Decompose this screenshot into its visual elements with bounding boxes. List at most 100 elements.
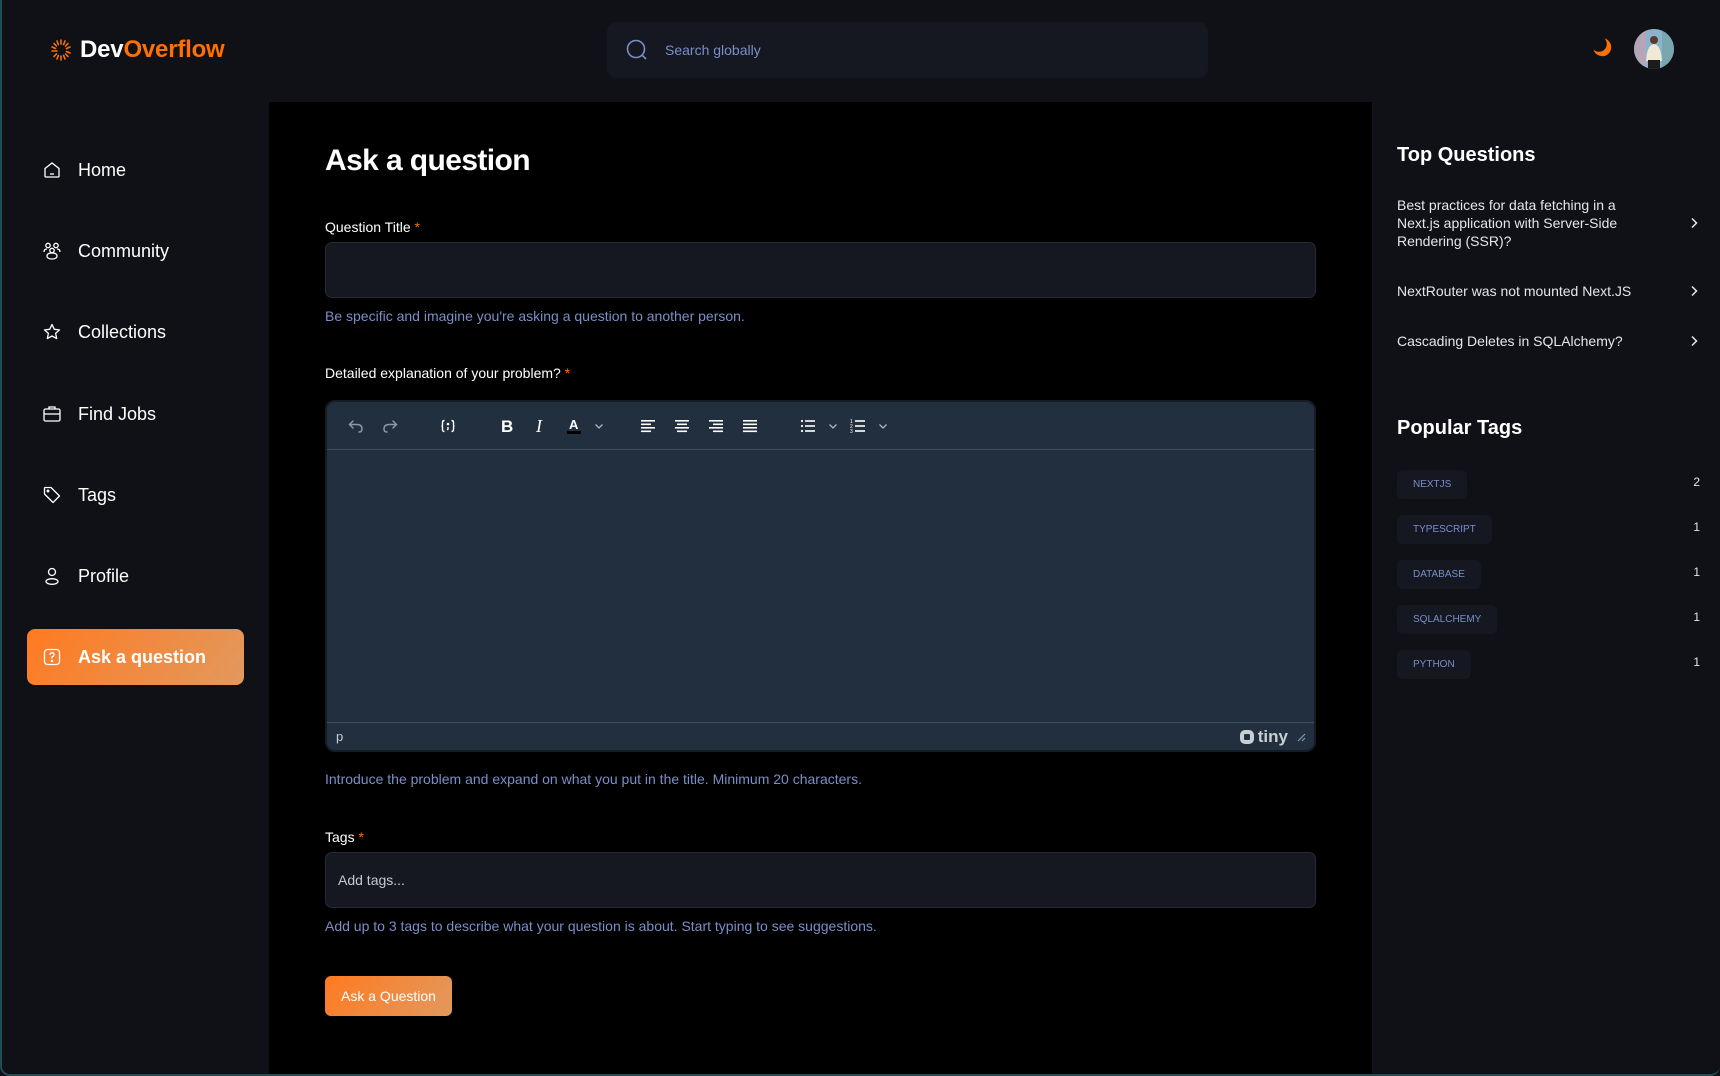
moon-icon[interactable]: [1590, 35, 1614, 59]
logo-icon: [51, 39, 71, 61]
chevron-right-icon: [1691, 335, 1698, 347]
popular-tag-row: NEXTJS 2: [1397, 470, 1702, 500]
tag-count: 2: [1693, 475, 1700, 489]
chevron-right-icon: [1691, 217, 1698, 229]
tiny-logo-icon: [1239, 729, 1254, 744]
align-justify-icon: [743, 419, 757, 432]
align-left-button[interactable]: [631, 409, 665, 443]
italic-button[interactable]: I: [523, 409, 557, 443]
align-left-icon: [641, 419, 655, 432]
top-questions-title: Top Questions: [1397, 144, 1536, 166]
editor-toolbar: B I A 1 2 3: [327, 402, 1314, 450]
top-question-item[interactable]: Cascading Deletes in SQLAlchemy?: [1397, 332, 1702, 350]
left-sidebar: Home Community Collections Find Jobs Tag…: [2, 102, 269, 1074]
sidebar-item-tags[interactable]: Tags: [27, 467, 244, 523]
svg-text:A: A: [569, 417, 579, 432]
text-color-button[interactable]: A: [557, 409, 591, 443]
user-icon: [42, 566, 62, 586]
sidebar-item-community[interactable]: Community: [27, 223, 244, 279]
chevron-down-icon: [879, 423, 887, 429]
svg-text:3: 3: [850, 429, 853, 435]
code-sample-icon: [441, 419, 455, 432]
text-color-dropdown[interactable]: [591, 409, 607, 443]
resize-handle-icon[interactable]: [1296, 732, 1306, 742]
explanation-hint: Introduce the problem and expand on what…: [325, 771, 862, 787]
explanation-label-text: Detailed explanation of your problem?: [325, 365, 561, 381]
required-mark: *: [564, 365, 571, 381]
question-icon: [42, 647, 62, 667]
users-icon: [42, 241, 62, 261]
question-title-hint: Be specific and imagine you're asking a …: [325, 308, 745, 324]
editor-content-area[interactable]: [327, 450, 1314, 724]
chevron-right-icon: [1691, 285, 1698, 297]
popular-tag-row: PYTHON 1: [1397, 650, 1702, 680]
star-icon: [42, 322, 62, 342]
bold-icon: B: [501, 417, 513, 436]
explanation-label: Detailed explanation of your problem? *: [325, 365, 570, 381]
rich-text-editor: B I A 1 2 3 p tiny: [325, 400, 1316, 752]
question-title-label: Question Title *: [325, 219, 420, 235]
top-question-text: Best practices for data fetching in a Ne…: [1397, 197, 1618, 249]
top-navbar: DevOverflow: [2, 0, 1720, 102]
page-title: Ask a question: [325, 144, 531, 177]
sidebar-item-label: Home: [78, 159, 127, 180]
tiny-brand-link[interactable]: tiny: [1239, 727, 1288, 747]
right-sidebar: Top Questions Best practices for data fe…: [1372, 102, 1720, 1074]
top-question-item[interactable]: Best practices for data fetching in a Ne…: [1397, 196, 1702, 250]
tag-pill[interactable]: PYTHON: [1397, 650, 1471, 679]
element-path[interactable]: p: [336, 729, 343, 744]
tag-count: 1: [1693, 565, 1700, 579]
avatar-image: [1634, 29, 1674, 69]
popular-tag-row: TYPESCRIPT 1: [1397, 515, 1702, 545]
numbered-list-button[interactable]: 123: [841, 409, 875, 443]
briefcase-icon: [42, 404, 62, 424]
sidebar-item-ask-question[interactable]: Ask a question: [27, 629, 244, 685]
tag-pill[interactable]: NEXTJS: [1397, 470, 1468, 499]
tag-pill[interactable]: DATABASE: [1397, 560, 1481, 589]
sidebar-item-home[interactable]: Home: [27, 142, 244, 198]
brand-name: DevOverflow: [80, 36, 225, 64]
bullet-list-dropdown[interactable]: [825, 409, 841, 443]
numbered-list-dropdown[interactable]: [875, 409, 891, 443]
top-question-item[interactable]: NextRouter was not mounted Next.JS: [1397, 282, 1702, 300]
align-right-button[interactable]: [699, 409, 733, 443]
brand-name-overflow: Overflow: [123, 36, 225, 63]
avatar[interactable]: [1634, 29, 1674, 69]
ask-question-submit-button[interactable]: Ask a Question: [325, 976, 452, 1016]
brand-name-dev: Dev: [80, 36, 124, 63]
logo[interactable]: DevOverflow: [48, 36, 225, 64]
search-input[interactable]: [665, 42, 1185, 58]
sidebar-item-profile[interactable]: Profile: [27, 548, 244, 604]
svg-text:B: B: [501, 417, 513, 436]
top-question-text: Cascading Deletes in SQLAlchemy?: [1397, 333, 1623, 349]
tag-count: 1: [1693, 655, 1700, 669]
undo-icon: [348, 419, 363, 433]
code-sample-button[interactable]: [431, 409, 465, 443]
align-center-button[interactable]: [665, 409, 699, 443]
global-search[interactable]: [607, 22, 1208, 78]
align-justify-button[interactable]: [733, 409, 767, 443]
tag-pill[interactable]: SQLALCHEMY: [1397, 605, 1498, 634]
chevron-down-icon: [595, 423, 603, 429]
tag-count: 1: [1693, 520, 1700, 534]
app-window: DevOverflow H: [0, 0, 1720, 1076]
chevron-down-icon: [829, 423, 837, 429]
sidebar-item-collections[interactable]: Collections: [27, 304, 244, 360]
italic-icon: I: [535, 416, 543, 436]
popular-tags-title: Popular Tags: [1397, 417, 1523, 439]
tags-input[interactable]: [325, 852, 1316, 908]
question-title-input[interactable]: [325, 242, 1316, 298]
popular-tag-row: DATABASE 1: [1397, 560, 1702, 590]
undo-button[interactable]: [339, 409, 373, 443]
align-center-icon: [675, 419, 689, 432]
sidebar-item-label: Community: [78, 240, 170, 261]
tiny-brand-text: tiny: [1257, 726, 1288, 746]
statusbar-right: tiny: [1239, 727, 1306, 747]
tag-pill[interactable]: TYPESCRIPT: [1397, 515, 1492, 544]
tags-label-text: Tags: [325, 829, 355, 845]
bullet-list-button[interactable]: [791, 409, 825, 443]
popular-tag-row: SQLALCHEMY 1: [1397, 605, 1702, 635]
bold-button[interactable]: B: [489, 409, 523, 443]
redo-button[interactable]: [373, 409, 407, 443]
sidebar-item-find-jobs[interactable]: Find Jobs: [27, 386, 244, 442]
